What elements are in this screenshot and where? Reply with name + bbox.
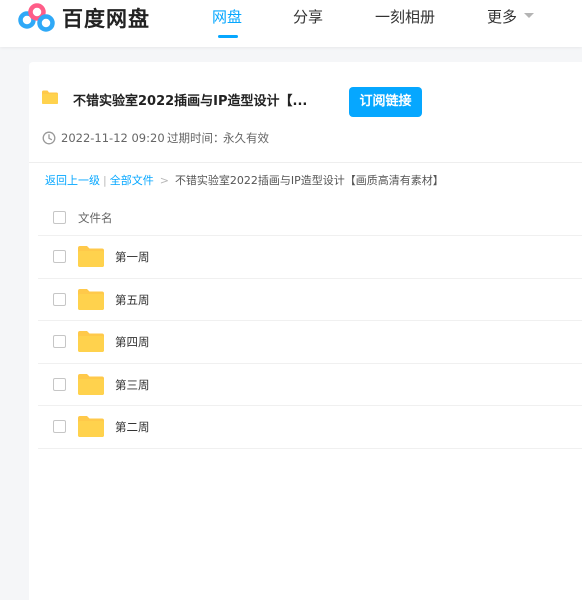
folder-icon: [78, 331, 104, 352]
share-title: 不错实验室2022插画与IP造型设计【...: [73, 94, 308, 109]
breadcrumb: 返回上一级 | 全部文件 > 不错实验室2022插画与IP造型设计【画质高清有素材】: [45, 173, 444, 189]
folder-icon: [78, 373, 104, 395]
file-name[interactable]: 第二周: [115, 419, 150, 435]
share-content-panel: 不错实验室2022插画与IP造型设计【... 订阅链接 2022-11-12 0…: [29, 62, 582, 600]
file-name[interactable]: 第五周: [115, 292, 150, 308]
file-row[interactable]: 第五周: [38, 279, 582, 321]
baidu-netdisk-logo[interactable]: 百度网盘: [18, 3, 150, 35]
file-list: 文件名 第一周 第五周 第四周 第三周 第二周: [38, 198, 582, 449]
nav-tab-moments-album[interactable]: 一刻相册: [375, 7, 435, 27]
nav-tab-netdisk[interactable]: 网盘: [212, 7, 242, 27]
row-checkbox[interactable]: [53, 377, 66, 391]
folder-icon: [78, 416, 104, 437]
folder-icon: [42, 90, 58, 104]
select-all-checkbox[interactable]: [53, 211, 66, 224]
nav-tab-more[interactable]: 更多: [487, 7, 535, 27]
row-checkbox[interactable]: [53, 335, 66, 348]
row-checkbox[interactable]: [53, 420, 66, 433]
file-row[interactable]: 第四周: [38, 321, 582, 364]
folder-icon: [78, 288, 104, 310]
file-name[interactable]: 第四周: [115, 334, 150, 350]
share-date: 2022-11-12 09:20: [61, 131, 165, 145]
file-list-header: 文件名: [38, 198, 582, 236]
row-checkbox[interactable]: [53, 292, 66, 306]
breadcrumb-all-files-link[interactable]: 全部文件: [110, 174, 154, 187]
file-row[interactable]: 第二周: [38, 406, 582, 449]
breadcrumb-chevron: >: [159, 174, 169, 187]
baidu-netdisk-logo-icon: [18, 3, 55, 32]
file-name[interactable]: 第三周: [115, 377, 150, 393]
row-checkbox[interactable]: [53, 250, 66, 263]
expire-label: 过期时间：: [167, 131, 225, 145]
chevron-down-icon: [524, 13, 535, 18]
file-row[interactable]: 第三周: [38, 364, 582, 406]
share-header: 不错实验室2022插画与IP造型设计【... 订阅链接: [42, 87, 562, 117]
breadcrumb-current-folder: 不错实验室2022插画与IP造型设计【画质高清有素材】: [174, 174, 444, 187]
file-name[interactable]: 第一周: [115, 249, 150, 265]
active-tab-indicator: [218, 35, 238, 38]
nav-tab-share[interactable]: 分享: [293, 7, 323, 27]
file-row[interactable]: 第一周: [38, 236, 582, 279]
top-navigation-bar: 百度网盘 网盘 分享 一刻相册 更多: [0, 0, 582, 47]
expire-value: 永久有效: [223, 131, 269, 145]
column-header-filename[interactable]: 文件名: [78, 210, 113, 226]
clock-icon: [42, 131, 56, 145]
breadcrumb-back-link[interactable]: 返回上一级: [45, 174, 100, 187]
breadcrumb-separator: |: [103, 174, 107, 187]
divider: [29, 162, 582, 163]
folder-icon: [78, 246, 104, 267]
subscribe-link-button[interactable]: 订阅链接: [349, 87, 422, 117]
logo-text: 百度网盘: [62, 7, 150, 31]
nav-more-label: 更多: [487, 8, 518, 26]
